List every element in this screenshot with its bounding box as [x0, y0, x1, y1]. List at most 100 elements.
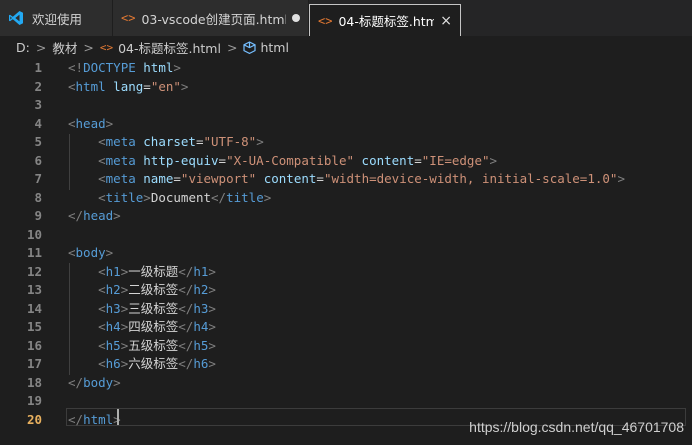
chevron-right-icon: > [35, 39, 47, 55]
tab-vscode-page[interactable]: <> 03-vscode创建页面.html [113, 0, 309, 36]
code-punctuation: > [173, 60, 181, 75]
code-line[interactable]: 5 <meta charset="UTF-8"> [0, 133, 692, 152]
code-punctuation: < [98, 300, 106, 316]
code-line[interactable]: 19 [0, 392, 692, 411]
tab-heading-tags[interactable]: <> 04-标题标签.html × [309, 4, 461, 36]
tab-bar: 欢迎使用 <> 03-vscode创建页面.html <> 04-标题标签.ht… [0, 0, 692, 36]
code-line[interactable]: 15 <h4>四级标签</h4> [0, 318, 692, 337]
code-line[interactable]: 14 <h3>三级标签</h3> [0, 300, 692, 319]
code-punctuation: </ [178, 319, 194, 334]
code-punctuation: > [208, 263, 216, 279]
code-punctuation: < [68, 78, 76, 94]
line-number: 3 [34, 97, 42, 112]
line-number: 17 [26, 356, 42, 371]
code-text: 五级标签 [128, 337, 179, 353]
line-number: 9 [34, 208, 42, 223]
code-content: <head> [68, 115, 113, 134]
code-punctuation: </ [68, 411, 84, 427]
line-number: 10 [26, 226, 42, 242]
code-line[interactable]: 12 <h1>一级标题</h1> [0, 263, 692, 282]
code-line[interactable]: 9 </head> [0, 207, 692, 226]
line-number: 8 [34, 189, 42, 205]
code-punctuation: < [68, 245, 76, 260]
code-punctuation: > [180, 78, 189, 94]
code-content: </html> [68, 411, 121, 430]
breadcrumb-symbol[interactable]: html [260, 40, 288, 55]
code-line[interactable]: 1 <!DOCTYPE html> [0, 59, 692, 78]
code-tag-name: h2 [105, 282, 121, 297]
code-line[interactable]: 8 <title>Document</title> [0, 189, 692, 208]
code-tag-name: h1 [105, 263, 121, 279]
line-number: 12 [26, 263, 42, 279]
code-line[interactable]: 13 <h2>二级标签</h2> [0, 281, 692, 300]
code-line[interactable]: 6 <meta http-equiv="X-UA-Compatible" con… [0, 152, 692, 171]
code-tag-name: meta [105, 171, 136, 186]
code-editor[interactable]: 1 <!DOCTYPE html> 2 <html lang="en"> 3 4 <head… [0, 58, 692, 445]
html-file-icon: <> [318, 13, 333, 28]
code-content: <h4>四级标签</h4> [68, 318, 216, 337]
breadcrumb-file[interactable]: 04-标题标签.html [118, 38, 221, 57]
line-number: 20 [26, 411, 42, 427]
code-content: <h1>一级标题</h1> [68, 263, 216, 282]
line-number: 7 [34, 171, 42, 186]
close-icon[interactable]: × [440, 13, 452, 29]
code-tag-name: meta [105, 134, 136, 149]
code-content: <h5>五级标签</h5> [68, 337, 216, 356]
code-tag-name: title [105, 189, 144, 205]
code-content: </body> [68, 374, 121, 393]
code-text: 六级标签 [128, 356, 179, 371]
code-tag-name: body [83, 374, 114, 390]
code-punctuation: < [98, 337, 106, 353]
code-tag-name: body [75, 245, 106, 260]
code-content: <title>Document</title> [68, 189, 271, 208]
code-punctuation: </ [178, 282, 194, 297]
code-line[interactable]: 4 <head> [0, 115, 692, 134]
code-punctuation: > [208, 356, 216, 371]
code-punctuation: < [98, 189, 106, 205]
code-punctuation: < [98, 152, 106, 168]
code-line[interactable]: 2 <html lang="en"> [0, 78, 692, 97]
code-tag-name: h4 [193, 319, 209, 334]
line-number: 4 [34, 115, 42, 131]
code-line[interactable]: 16 <h5>五级标签</h5> [0, 337, 692, 356]
code-tag-name: h3 [105, 300, 121, 316]
code-line[interactable]: 18 </body> [0, 374, 692, 393]
code-line[interactable]: 3 [0, 96, 692, 115]
line-number: 16 [26, 337, 42, 353]
code-punctuation: > [113, 374, 121, 390]
code-content: <html lang="en"> [68, 78, 188, 97]
code-punctuation: </ [178, 356, 194, 371]
code-line[interactable]: 11 <body> [0, 244, 692, 263]
code-content: <meta name="viewport" content="width=dev… [68, 170, 625, 189]
code-line[interactable]: 17 <h6>六级标签</h6> [0, 355, 692, 374]
code-tag-name: DOCTYPE [83, 60, 136, 75]
line-number: 2 [34, 78, 42, 94]
code-line[interactable]: 10 [0, 226, 692, 245]
code-tag-name: head [83, 208, 114, 223]
code-punctuation: <! [68, 60, 84, 75]
code-tag-name: h4 [105, 319, 121, 334]
code-punctuation: > [208, 282, 216, 297]
breadcrumb-drive[interactable]: D: [16, 40, 30, 55]
code-line[interactable]: 7 <meta name="viewport" content="width=d… [0, 170, 692, 189]
code-content: <h3>三级标签</h3> [68, 300, 216, 319]
code-text: 三级标签 [128, 300, 179, 316]
code-punctuation: > [208, 319, 216, 334]
code-punctuation: </ [68, 374, 84, 390]
code-text: 一级标题 [128, 263, 179, 279]
code-punctuation: < [98, 356, 106, 371]
unsaved-dot-icon[interactable] [292, 14, 300, 22]
code-attribute: http-equiv [143, 152, 219, 168]
code-attribute: content [263, 171, 317, 186]
tab-welcome[interactable]: 欢迎使用 [0, 0, 113, 36]
code-text: = [316, 171, 324, 186]
code-tag-name: html [83, 411, 114, 427]
breadcrumb-folder[interactable]: 教材 [52, 38, 77, 57]
